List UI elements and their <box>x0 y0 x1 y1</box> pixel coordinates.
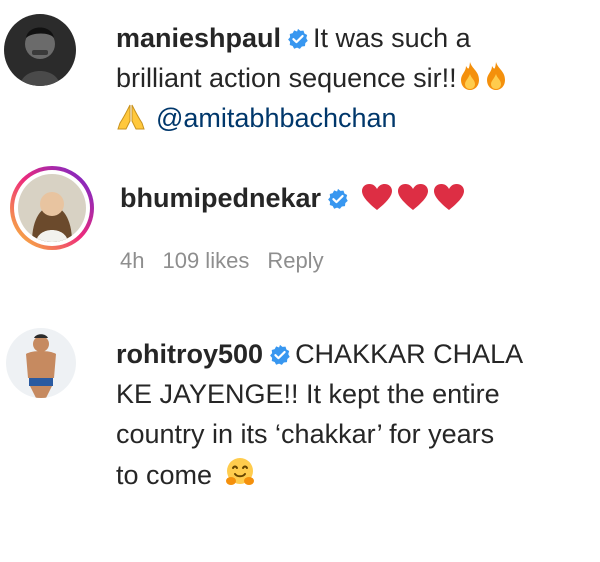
fire-icon <box>457 61 483 100</box>
verified-badge-icon <box>269 339 291 375</box>
comment-body: country in its ‘chakkar’ for years <box>116 419 495 449</box>
comment-body: It was such a <box>313 23 471 53</box>
comment-body: CHAKKAR CHALA <box>295 339 524 369</box>
avatar-rohitroy500[interactable] <box>6 328 76 398</box>
red-heart-icon <box>397 183 429 220</box>
comment-body: brilliant action sequence sir!! <box>116 63 457 93</box>
reply-button[interactable]: Reply <box>267 248 323 273</box>
verified-badge-icon <box>327 183 349 219</box>
verified-badge-icon <box>287 23 309 59</box>
comment-text-line-3: country in its ‘chakkar’ for years <box>116 416 494 452</box>
username[interactable]: rohitroy500 <box>116 339 263 369</box>
avatar-bhumipednekar[interactable] <box>10 166 94 250</box>
comment-timestamp: 4h <box>120 248 145 273</box>
folded-hands-icon <box>116 103 146 140</box>
comment-meta: 4h 109 likes Reply <box>120 248 342 274</box>
comment-body: to come <box>116 460 213 490</box>
avatar-manieshpaul[interactable] <box>4 14 76 86</box>
username[interactable]: bhumipednekar <box>120 183 321 213</box>
comment-text-line-2: KE JAYENGE!! It kept the entire <box>116 376 500 412</box>
comment-rohitroy500: rohitroy500 CHAKKAR CHALA KE JAYENGE!! I… <box>0 320 600 520</box>
red-heart-icon <box>361 183 393 220</box>
comment-text-line-3: @amitabhbachchan <box>116 100 397 140</box>
comment-text-line-1: bhumipednekar <box>120 180 465 220</box>
likes-count[interactable]: 109 likes <box>162 248 249 273</box>
comment-text-line-4: to come <box>116 456 256 497</box>
fire-icon <box>483 61 509 100</box>
username[interactable]: manieshpaul <box>116 23 281 53</box>
hugging-face-icon <box>224 456 256 497</box>
comment-text-line-2: brilliant action sequence sir!! <box>116 60 509 100</box>
red-heart-icon <box>433 183 465 220</box>
comment-text-line-1: manieshpaul It was such a <box>116 20 471 59</box>
comment-body: KE JAYENGE!! It kept the entire <box>116 379 500 409</box>
comment-bhumipednekar: bhumipednekar 4h 109 likes Reply <box>0 150 600 290</box>
comment-text-line-1: rohitroy500 CHAKKAR CHALA <box>116 336 523 375</box>
mention-link[interactable]: @amitabhbachchan <box>156 103 397 133</box>
comment-manieshpaul: manieshpaul It was such a brilliant acti… <box>0 0 600 150</box>
